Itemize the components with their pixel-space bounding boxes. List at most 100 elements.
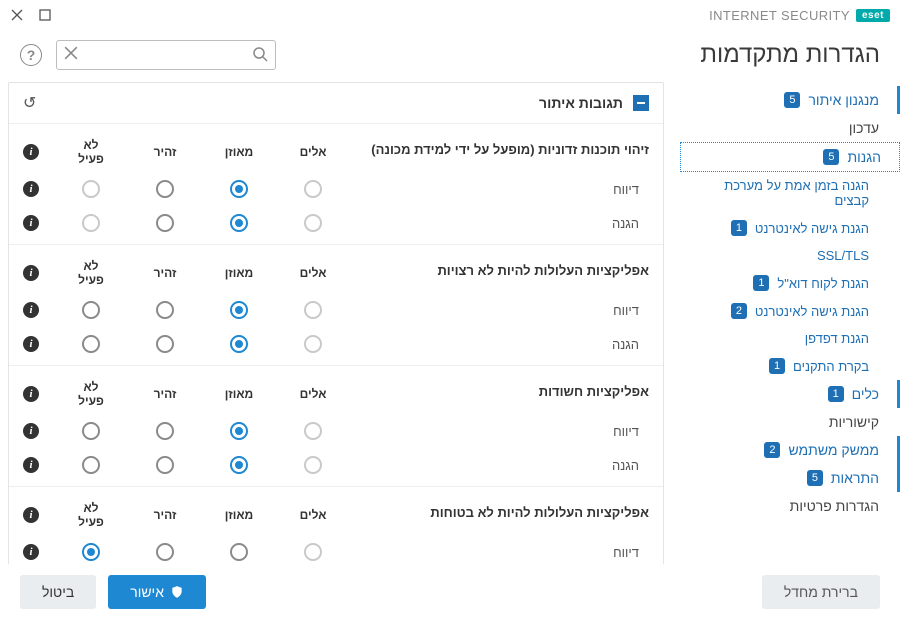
radio-aggressive[interactable] <box>304 543 322 561</box>
info-icon[interactable]: i <box>23 544 39 560</box>
radio-aggressive[interactable] <box>304 180 322 198</box>
level-header-balanced: מאוזן <box>217 508 261 522</box>
sidebar-badge: 1 <box>753 275 769 291</box>
maximize-icon[interactable] <box>38 8 52 22</box>
info-icon[interactable]: i <box>23 386 39 402</box>
radio-cautious[interactable] <box>156 422 174 440</box>
info-icon[interactable]: i <box>23 181 39 197</box>
sidebar-item-7[interactable]: הגנת גישה לאינטרנט2 <box>680 297 900 325</box>
sidebar-item-11[interactable]: קישוריות <box>680 408 900 436</box>
sidebar-item-label: הגנת גישה לאינטרנט <box>755 304 869 319</box>
clear-search-icon[interactable] <box>64 46 78 60</box>
row-label: דיווח <box>335 303 649 318</box>
radio-off[interactable] <box>82 335 100 353</box>
brand-product: INTERNET SECURITY <box>709 8 850 23</box>
radio-off[interactable] <box>82 180 100 198</box>
collapse-icon[interactable] <box>633 95 649 111</box>
radio-balanced[interactable] <box>230 180 248 198</box>
level-header-off: לא פעיל <box>69 501 113 529</box>
info-icon[interactable]: i <box>23 457 39 473</box>
info-icon[interactable]: i <box>23 144 39 160</box>
sidebar-item-label: הגנת דפדפן <box>805 331 869 346</box>
sidebar-item-label: קישוריות <box>829 414 879 430</box>
brand-badge: eset <box>856 9 890 22</box>
ok-button[interactable]: אישור <box>108 575 206 609</box>
close-icon[interactable] <box>10 8 24 22</box>
sidebar-item-1[interactable]: עדכון <box>680 114 900 142</box>
info-icon[interactable]: i <box>23 507 39 523</box>
radio-cautious[interactable] <box>156 543 174 561</box>
sidebar-item-label: כלים <box>852 386 879 402</box>
level-header-off: לא פעיל <box>69 259 113 287</box>
info-icon[interactable]: i <box>23 265 39 281</box>
sidebar-item-label: מנגנון איתור <box>808 92 879 108</box>
row-label: דיווח <box>335 182 649 197</box>
radio-cautious[interactable] <box>156 301 174 319</box>
sidebar-item-8[interactable]: הגנת דפדפן <box>680 325 900 352</box>
cancel-button[interactable]: ביטול <box>20 575 96 609</box>
radio-aggressive[interactable] <box>304 422 322 440</box>
radio-balanced[interactable] <box>230 301 248 319</box>
section-1: אפליקציות העלולות להיות לא רצויות i לא פעי… <box>9 245 663 366</box>
sidebar-item-10[interactable]: כלים 1 <box>680 380 900 408</box>
header: הגדרות מתקדמות ? <box>0 30 900 82</box>
radio-cautious[interactable] <box>156 214 174 232</box>
radio-aggressive[interactable] <box>304 335 322 353</box>
radio-aggressive[interactable] <box>304 456 322 474</box>
info-icon[interactable]: i <box>23 423 39 439</box>
sidebar-item-label: הגנות <box>847 149 881 165</box>
radio-aggressive[interactable] <box>304 301 322 319</box>
section-title: זיהוי תוכנות זדוניות (מופעל על ידי למידת… <box>371 142 649 157</box>
radio-balanced[interactable] <box>230 543 248 561</box>
radio-cautious[interactable] <box>156 180 174 198</box>
radio-balanced[interactable] <box>230 422 248 440</box>
sidebar-item-3[interactable]: הגנה בזמן אמת על מערכת קבצים <box>680 172 900 214</box>
level-header-balanced: מאוזן <box>217 387 261 401</box>
info-icon[interactable]: i <box>23 302 39 318</box>
sidebar-badge: 1 <box>769 358 785 374</box>
section-title: אפליקציות העלולות להיות לא בטוחות <box>430 505 649 520</box>
sidebar-item-6[interactable]: הגנת לקוח דוא"ל1 <box>680 269 900 297</box>
sidebar-item-label: בקרת התקנים <box>793 359 869 374</box>
sidebar-item-4[interactable]: הגנת גישה לאינטרנט1 <box>680 214 900 242</box>
reset-icon[interactable]: ↻ <box>23 93 36 113</box>
info-icon[interactable]: i <box>23 215 39 231</box>
sidebar-item-label: SSL/TLS <box>817 248 869 263</box>
search-input[interactable] <box>56 40 276 70</box>
radio-off[interactable] <box>82 543 100 561</box>
sidebar-item-0[interactable]: מנגנון איתור5 <box>680 86 900 114</box>
row-label: הגנה <box>335 458 649 473</box>
radio-off[interactable] <box>82 301 100 319</box>
search-box <box>56 40 276 70</box>
sidebar-item-2[interactable]: הגנות5 <box>680 142 900 172</box>
sidebar-item-14[interactable]: הגדרות פרטיות <box>680 492 900 520</box>
sidebar-badge: 1 <box>828 386 844 402</box>
sidebar-badge: 1 <box>731 220 747 236</box>
sidebar-item-label: הגדרות פרטיות <box>790 498 879 514</box>
radio-cautious[interactable] <box>156 456 174 474</box>
level-header-off: לא פעיל <box>69 380 113 408</box>
radio-balanced[interactable] <box>230 214 248 232</box>
radio-balanced[interactable] <box>230 335 248 353</box>
radio-off[interactable] <box>82 422 100 440</box>
radio-off[interactable] <box>82 456 100 474</box>
row-label: הגנה <box>335 216 649 231</box>
radio-cautious[interactable] <box>156 335 174 353</box>
sidebar-item-12[interactable]: ממשק משתמש2 <box>680 436 900 464</box>
default-button[interactable]: ברירת מחדל <box>762 575 880 609</box>
radio-off[interactable] <box>82 214 100 232</box>
sidebar-item-9[interactable]: בקרת התקנים 1 <box>680 352 900 380</box>
radio-aggressive[interactable] <box>304 214 322 232</box>
sidebar-badge: 5 <box>807 470 823 486</box>
sidebar-item-13[interactable]: התראות 5 <box>680 464 900 492</box>
sidebar-item-5[interactable]: SSL/TLS <box>680 242 900 269</box>
search-wrap: ? <box>20 40 276 70</box>
level-header-cautious: זהיר <box>143 266 187 280</box>
section-title: אפליקציות העלולות להיות לא רצויות <box>437 263 649 278</box>
help-button[interactable]: ? <box>20 44 42 66</box>
row-0-0: דיווח i <box>23 172 649 206</box>
radio-balanced[interactable] <box>230 456 248 474</box>
info-icon[interactable]: i <box>23 336 39 352</box>
sidebar-item-label: התראות <box>831 470 879 486</box>
level-header-aggressive: אלים <box>291 387 335 401</box>
